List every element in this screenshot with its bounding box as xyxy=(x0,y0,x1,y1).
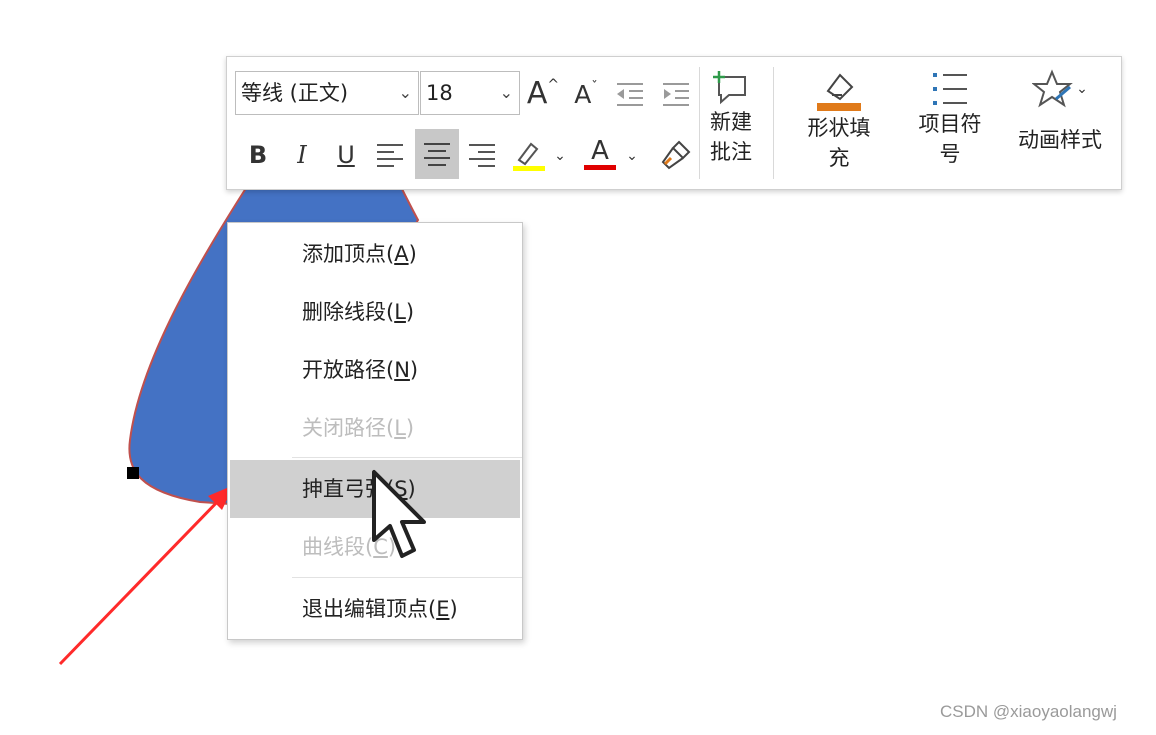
grow-font-button[interactable]: A ^ xyxy=(525,73,561,113)
increase-indent-icon xyxy=(663,83,689,106)
shape-fill-label-1: 形状填 xyxy=(807,116,871,140)
menu-item-label: 关闭路径( xyxy=(302,416,395,440)
chevron-down-icon[interactable]: ⌄ xyxy=(551,141,569,171)
menu-item-accelerator: A xyxy=(394,242,409,266)
format-painter-icon xyxy=(661,140,691,170)
menu-item-label: 删除线段( xyxy=(302,300,395,324)
menu-item-label: 开放路径( xyxy=(302,358,395,382)
align-right-button[interactable] xyxy=(465,133,499,177)
font-size-value: 18 xyxy=(426,81,453,105)
italic-button[interactable]: I xyxy=(285,133,319,177)
animation-styles-button[interactable]: ⌄ 动画样式 xyxy=(1009,69,1111,187)
menu-item-tail: ) xyxy=(409,358,419,382)
align-center-icon xyxy=(424,143,450,166)
bullets-label-1: 项目符 xyxy=(918,112,982,136)
menu-item-tail: ) xyxy=(449,597,458,621)
annotation-arrow xyxy=(58,495,224,666)
menu-item-tail: ) xyxy=(405,416,415,440)
new-comment-label-2: 批注 xyxy=(710,140,752,164)
underline-button[interactable]: U xyxy=(329,133,363,177)
format-painter-button[interactable] xyxy=(657,133,695,177)
new-comment-icon xyxy=(713,71,746,105)
menu-item-label: 退出编辑顶点( xyxy=(302,597,437,621)
shape-fill-label-2: 充 xyxy=(828,146,850,170)
menu-separator xyxy=(292,577,522,578)
font-color-letter: A xyxy=(591,135,609,166)
mini-toolbar: 等线 (正文) ⌄ 18 ⌄ A ^ Aˇ B I U ⌄ A ⌄ 新建 批注 … xyxy=(226,56,1122,190)
menu-item-close-path: 关闭路径(L) xyxy=(230,399,520,457)
decrease-indent-icon xyxy=(617,83,643,106)
font-name-combo[interactable]: 等线 (正文) ⌄ xyxy=(235,71,419,115)
menu-item-exit-edit-points[interactable]: 退出编辑顶点(E) xyxy=(230,580,520,638)
align-left-button[interactable] xyxy=(373,133,407,177)
menu-item-label: 曲线段( xyxy=(302,535,374,559)
shrink-font-icon: A xyxy=(574,79,592,109)
bullets-button[interactable]: 项目符 号 xyxy=(909,69,991,187)
menu-item-delete-segment[interactable]: 删除线段(L) xyxy=(230,283,520,341)
menu-item-add-point[interactable]: 添加顶点(A) xyxy=(230,225,520,283)
highlighter-icon xyxy=(513,142,545,171)
bold-button[interactable]: B xyxy=(241,133,275,177)
menu-item-label: 添加顶点( xyxy=(302,242,395,266)
grow-font-icon: A xyxy=(526,75,548,111)
mouse-pointer-icon xyxy=(372,470,426,558)
chevron-down-icon[interactable]: ⌄ xyxy=(399,72,412,114)
toolbar-separator xyxy=(773,67,774,179)
paint-bucket-icon xyxy=(817,73,861,111)
align-center-button[interactable] xyxy=(415,129,459,179)
menu-item-tail: ) xyxy=(405,300,415,324)
star-icon xyxy=(1032,69,1073,108)
menu-item-accelerator: E xyxy=(436,597,450,621)
chevron-down-icon[interactable]: ⌄ xyxy=(1076,81,1088,97)
new-comment-label-1: 新建 xyxy=(710,110,752,134)
bullets-icon xyxy=(933,73,967,105)
shrink-font-button[interactable]: Aˇ xyxy=(569,75,603,113)
highlight-color-button[interactable] xyxy=(509,133,549,177)
font-size-combo[interactable]: 18 ⌄ xyxy=(420,71,520,115)
increase-indent-button[interactable] xyxy=(659,75,693,113)
new-comment-button[interactable]: 新建 批注 xyxy=(705,69,757,185)
shape-fill-button[interactable]: 形状填 充 xyxy=(793,69,885,187)
menu-item-accelerator: L xyxy=(394,416,406,440)
menu-item-accelerator: N xyxy=(394,358,410,382)
menu-separator xyxy=(292,457,522,458)
watermark: CSDN @xiaoyaolangwj xyxy=(940,702,1117,721)
menu-item-accelerator: L xyxy=(394,300,406,324)
context-menu: 添加顶点(A) 删除线段(L) 开放路径(N) 关闭路径(L) 抻直弓弦(S) … xyxy=(227,222,523,640)
bullets-label-2: 号 xyxy=(939,142,961,166)
align-right-icon xyxy=(469,144,495,167)
animation-styles-label: 动画样式 xyxy=(1018,128,1102,152)
chevron-down-icon[interactable]: ⌄ xyxy=(623,141,641,171)
menu-item-tail: ) xyxy=(408,242,417,266)
vertex-handle[interactable] xyxy=(127,467,139,479)
font-color-button[interactable]: A xyxy=(581,131,619,175)
font-name-value: 等线 (正文) xyxy=(241,81,349,105)
chevron-down-icon[interactable]: ⌄ xyxy=(500,72,513,114)
font-color-swatch xyxy=(584,164,616,170)
align-left-icon xyxy=(377,144,403,167)
toolbar-separator xyxy=(699,67,700,179)
menu-item-open-path[interactable]: 开放路径(N) xyxy=(230,341,520,399)
decrease-indent-button[interactable] xyxy=(613,75,647,113)
